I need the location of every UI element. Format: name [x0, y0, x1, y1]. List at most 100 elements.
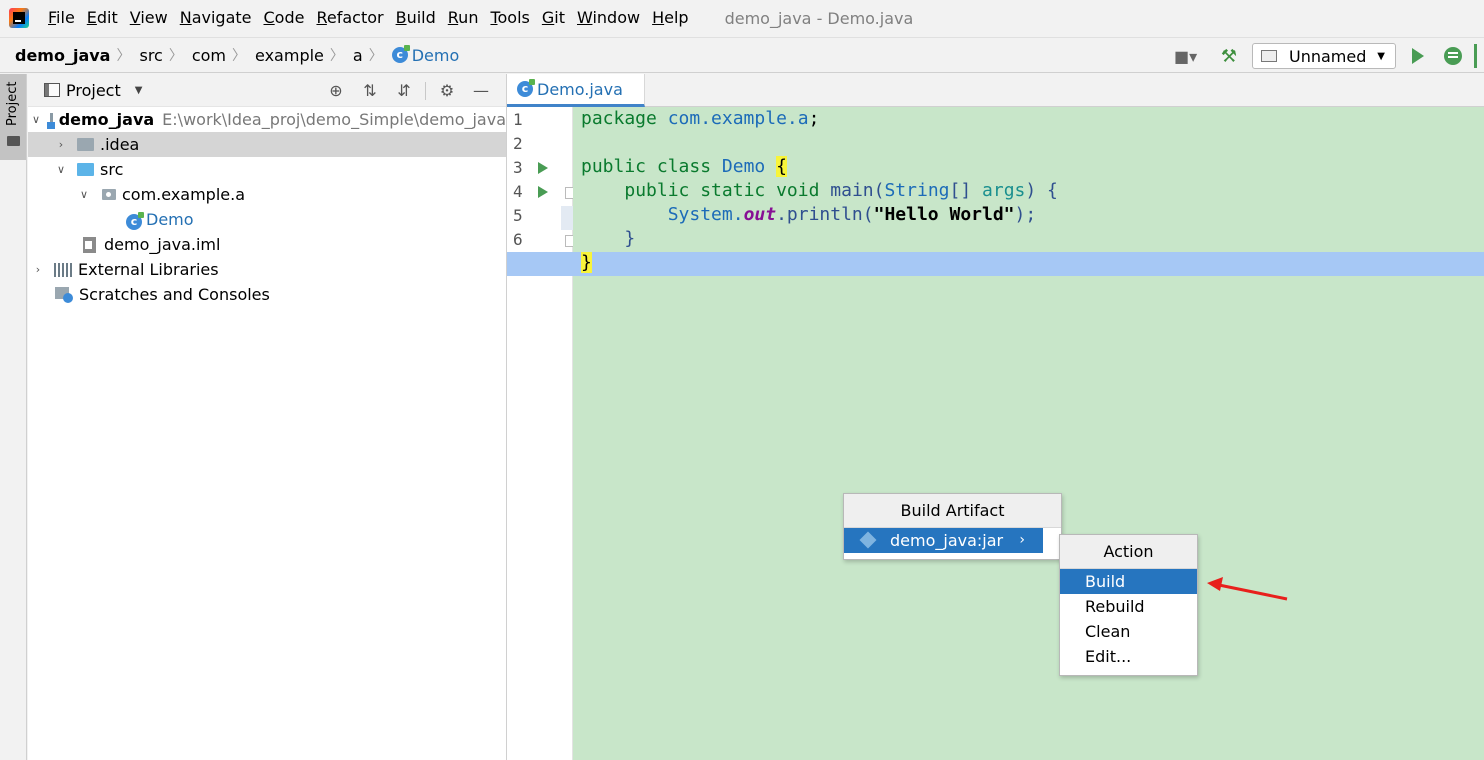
left-tool-strip: Project	[0, 74, 27, 760]
run-main-gutter-icon[interactable]	[538, 186, 548, 198]
tree-item-demo-java[interactable]: ∨ demo_java E:\work\Idea_proj\demo_Simpl…	[28, 107, 506, 132]
menu-git[interactable]: Git	[536, 0, 571, 36]
editor-gutter: 1 2 3 4 5 6 7	[507, 107, 577, 760]
run-class-gutter-icon[interactable]	[538, 162, 548, 174]
action-build[interactable]: Build	[1060, 569, 1197, 594]
line-number: 6	[513, 230, 523, 249]
menu-file[interactable]: File	[42, 0, 81, 36]
tree-item-idea[interactable]: › .idea	[28, 132, 506, 157]
menu-bar: File Edit View Navigate Code Refactor Bu…	[0, 0, 1484, 36]
tree-item-label: External Libraries	[78, 260, 219, 279]
breadcrumb-src[interactable]: src	[135, 46, 166, 65]
menu-view[interactable]: View	[124, 0, 174, 36]
locate-file-icon[interactable]: ⊕	[319, 81, 353, 100]
line-number: 4	[513, 182, 523, 201]
chevron-down-icon[interactable]: ∨	[55, 163, 67, 176]
chevron-down-icon[interactable]: ▼	[135, 85, 143, 96]
breadcrumb-project[interactable]: demo_java	[0, 46, 114, 65]
menu-code[interactable]: Code	[258, 0, 311, 36]
run-icon[interactable]	[1412, 48, 1424, 64]
artifact-icon	[859, 531, 877, 549]
tree-item-path: E:\work\Idea_proj\demo_Simple\demo_java	[162, 110, 506, 129]
debug-icon[interactable]	[1444, 47, 1462, 65]
chevron-right-icon[interactable]: ›	[32, 263, 44, 276]
expand-all-icon[interactable]: ⇅	[353, 81, 387, 100]
breadcrumb-separator-icon: 〉	[168, 48, 183, 64]
breadcrumb-example[interactable]: example	[251, 46, 328, 65]
menu-run[interactable]: Run	[442, 0, 485, 36]
java-class-icon: c	[391, 45, 410, 63]
hammer-build-icon[interactable]: ⚒	[1216, 44, 1242, 68]
breadcrumb-demo[interactable]: c Demo	[388, 45, 464, 65]
line-number: 1	[513, 110, 523, 129]
gear-icon[interactable]: ⚙	[430, 81, 464, 100]
tree-item-label: demo_java.iml	[104, 235, 221, 254]
module-icon	[47, 112, 55, 129]
code-line-4: public static void main(String[] args) {	[624, 180, 1058, 201]
run-configuration-select[interactable]: Unnamed ▼	[1252, 43, 1396, 69]
more-run-actions-icon[interactable]	[1474, 44, 1484, 68]
library-icon	[54, 262, 72, 277]
editor-panel: c Demo.java 1 2 3 4 5 6 7 package com.ex…	[507, 74, 1484, 760]
scratches-icon	[55, 286, 73, 303]
breadcrumb-demo-label: Demo	[411, 45, 460, 65]
breadcrumb-separator-icon: 〉	[329, 48, 344, 64]
toolbar-right: ■▾ ⚒ Unnamed ▼	[1174, 38, 1484, 74]
tab-label: Demo.java	[537, 79, 623, 99]
tree-item-src[interactable]: ∨ src	[28, 157, 506, 182]
project-tool-window-label: Project	[5, 81, 20, 126]
artifact-item-label: demo_java:jar	[890, 531, 1004, 550]
code-line-7: }	[581, 252, 592, 273]
build-artifact-title: Build Artifact	[844, 494, 1061, 528]
breadcrumb-separator-icon: 〉	[368, 48, 383, 64]
toolbar-divider	[425, 81, 426, 100]
chevron-right-icon: ›	[1019, 532, 1025, 548]
hide-panel-icon[interactable]: —	[464, 81, 498, 100]
tree-item-demo[interactable]: c Demo	[28, 207, 506, 232]
action-rebuild[interactable]: Rebuild	[1060, 594, 1197, 619]
breadcrumb-com[interactable]: com	[188, 46, 230, 65]
tab-demo-java[interactable]: c Demo.java	[507, 74, 645, 107]
action-clean[interactable]: Clean	[1060, 619, 1197, 644]
chevron-down-icon[interactable]: ∨	[78, 188, 90, 201]
editor-tab-bar: c Demo.java	[507, 74, 1484, 107]
tree-item-label: demo_java	[58, 110, 155, 129]
window-title: demo_java - Demo.java	[724, 8, 914, 28]
artifact-item-demo-java-jar[interactable]: demo_java:jar ›	[844, 528, 1043, 553]
tree-item-label: src	[100, 160, 124, 179]
user-account-icon[interactable]: ■▾	[1174, 44, 1208, 68]
breadcrumb-separator-icon: 〉	[232, 48, 247, 64]
action-popup-title: Action	[1060, 535, 1197, 569]
project-panel-title[interactable]: Project	[66, 81, 121, 100]
collapse-all-icon[interactable]: ⇵	[387, 81, 421, 100]
package-icon	[102, 189, 116, 200]
menu-tools[interactable]: Tools	[484, 0, 535, 36]
source-folder-icon	[77, 163, 94, 176]
tree-item-label: com.example.a	[122, 185, 246, 204]
code-line-6: }	[624, 228, 636, 249]
menu-edit[interactable]: Edit	[81, 0, 124, 36]
tree-item-external-libraries[interactable]: › External Libraries	[28, 257, 506, 282]
chevron-right-icon[interactable]: ›	[55, 138, 67, 151]
tree-item-iml[interactable]: demo_java.iml	[28, 232, 506, 257]
build-artifact-popup: Build Artifact demo_java:jar ›	[843, 493, 1062, 560]
action-edit[interactable]: Edit...	[1060, 644, 1197, 669]
code-line-1: package com.example.a;	[581, 108, 820, 129]
chevron-down-icon[interactable]: ∨	[32, 113, 40, 126]
menu-refactor[interactable]: Refactor	[310, 0, 389, 36]
menu-navigate[interactable]: Navigate	[174, 0, 258, 36]
java-class-icon: c	[126, 210, 146, 230]
tree-item-package[interactable]: ∨ com.example.a	[28, 182, 506, 207]
code-line-5: System.out.println("Hello World");	[667, 204, 1037, 225]
project-tool-window-tab[interactable]: Project	[0, 74, 26, 160]
menu-window[interactable]: Window	[571, 0, 646, 36]
breadcrumb-separator-icon: 〉	[116, 48, 131, 64]
tree-item-label: Scratches and Consoles	[79, 285, 270, 304]
project-view-icon	[44, 83, 60, 97]
breadcrumb-a[interactable]: a	[349, 46, 367, 65]
code-editor[interactable]: package com.example.a; public class Demo…	[507, 107, 1484, 760]
menu-help[interactable]: Help	[646, 0, 694, 36]
intellij-logo-icon	[8, 7, 30, 29]
menu-build[interactable]: Build	[390, 0, 442, 36]
tree-item-scratches[interactable]: Scratches and Consoles	[28, 282, 506, 307]
